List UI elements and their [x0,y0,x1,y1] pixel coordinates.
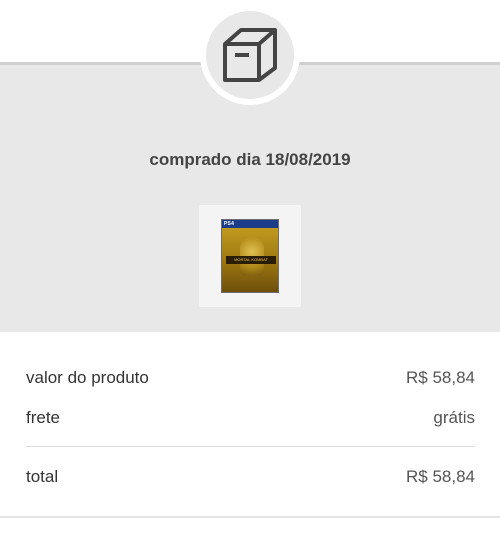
bottom-divider [0,516,500,518]
total-row: total R$ 58,84 [26,467,475,487]
platform-badge: PS4 [224,221,235,227]
total-label: total [26,467,59,486]
cover-title: MORTAL KOMBAT [226,256,276,264]
product-value-label: valor do produto [26,368,149,387]
game-cover-image: PS4 MORTAL KOMBAT [221,219,279,293]
total-amount: R$ 58,84 [406,467,475,486]
shipping-row: frete grátis [26,408,475,428]
box-icon-container [206,11,294,99]
purchase-date: comprado dia 18/08/2019 [149,150,351,169]
order-icon-circle [200,5,300,105]
shipping-amount: grátis [433,408,475,427]
box-icon [223,28,277,82]
order-detail-page: comprado dia 18/08/2019 PS4 MORTAL KOMBA… [0,0,500,554]
shipping-label: frete [26,408,61,427]
product-value-amount: R$ 58,84 [406,368,475,387]
summary-divider [26,446,475,447]
product-thumbnail[interactable]: PS4 MORTAL KOMBAT [199,205,301,307]
product-value-row: valor do produto R$ 58,84 [26,368,475,388]
